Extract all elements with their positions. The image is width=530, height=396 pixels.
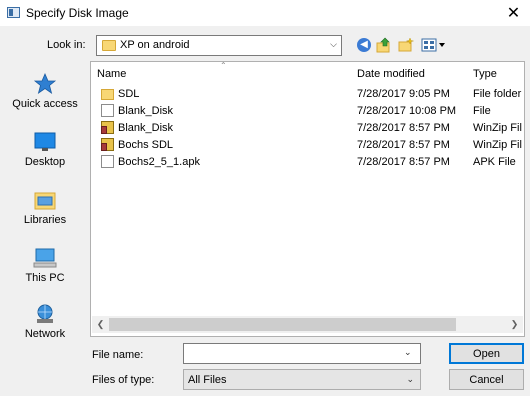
- file-name: Bochs SDL: [118, 139, 174, 151]
- new-folder-icon: [398, 37, 414, 52]
- chevron-down-icon[interactable]: ⌄: [404, 347, 412, 358]
- scroll-left-icon[interactable]: ❮: [92, 316, 109, 333]
- list-item[interactable]: Bochs2_5_1.apk 7/28/2017 8:57 PM APK Fil…: [91, 154, 524, 170]
- file-date: 7/28/2017 8:57 PM: [357, 122, 450, 134]
- app-icon: [7, 7, 20, 18]
- folder-up-icon: [376, 37, 390, 53]
- view-menu-button[interactable]: [421, 37, 447, 53]
- open-button[interactable]: Open: [449, 343, 524, 364]
- place-label: Desktop: [24, 156, 66, 168]
- file-name: Blank_Disk: [118, 105, 174, 117]
- place-libraries[interactable]: Libraries: [8, 189, 82, 226]
- place-desktop[interactable]: Desktop: [8, 131, 82, 168]
- zip-icon: [101, 121, 114, 134]
- chevron-down-icon: ⌄: [406, 374, 414, 384]
- file-name-input[interactable]: [183, 343, 421, 364]
- file-name: Bochs2_5_1.apk: [118, 156, 200, 168]
- look-in-value: XP on android: [120, 39, 190, 51]
- new-folder-button[interactable]: [398, 37, 414, 53]
- file-type: File: [473, 105, 491, 117]
- column-header-name[interactable]: Name: [97, 68, 126, 80]
- desktop-icon: [33, 131, 57, 153]
- computer-icon: [33, 247, 57, 269]
- up-one-level-button[interactable]: [376, 37, 392, 53]
- places-bar: Quick access Desktop Libraries This PC N…: [8, 63, 82, 353]
- zip-icon: [101, 138, 114, 151]
- views-icon: [421, 38, 445, 52]
- list-item[interactable]: SDL 7/28/2017 9:05 PM File folder: [91, 86, 524, 102]
- place-quick-access[interactable]: Quick access: [8, 72, 82, 110]
- window-title: Specify Disk Image: [26, 6, 129, 20]
- network-icon: [33, 303, 57, 325]
- folder-icon: [102, 40, 116, 51]
- scroll-right-icon[interactable]: ❯: [506, 316, 523, 333]
- file-date: 7/28/2017 10:08 PM: [357, 105, 457, 117]
- list-item[interactable]: Bochs SDL 7/28/2017 8:57 PM WinZip Fil: [91, 137, 524, 153]
- place-label: Quick access: [12, 98, 78, 110]
- look-in-label: Look in:: [47, 39, 86, 51]
- place-label: This PC: [25, 272, 65, 284]
- file-list[interactable]: ⌃ Name Date modified Type SDL 7/28/2017 …: [90, 61, 525, 337]
- libraries-icon: [33, 189, 57, 211]
- file-type: APK File: [473, 156, 516, 168]
- place-this-pc[interactable]: This PC: [8, 247, 82, 284]
- column-header-type[interactable]: Type: [473, 68, 497, 80]
- back-button[interactable]: ◀: [356, 37, 372, 53]
- file-icon: [101, 104, 114, 117]
- sort-ascending-icon: ⌃: [220, 61, 227, 70]
- file-type-value: All Files: [188, 374, 227, 386]
- file-type: WinZip Fil: [473, 122, 522, 134]
- file-date: 7/28/2017 8:57 PM: [357, 139, 450, 151]
- file-date: 7/28/2017 9:05 PM: [357, 88, 450, 100]
- cancel-button[interactable]: Cancel: [449, 369, 524, 390]
- file-type-label: Files of type:: [92, 374, 155, 386]
- list-item[interactable]: Blank_Disk 7/28/2017 8:57 PM WinZip Fil: [91, 120, 524, 136]
- file-type-select[interactable]: All Files ⌄: [183, 369, 421, 390]
- chevron-down-icon[interactable]: ⌵: [330, 39, 337, 50]
- look-in-dropdown[interactable]: XP on android ⌵: [96, 35, 342, 56]
- file-name: Blank_Disk: [118, 122, 174, 134]
- file-date: 7/28/2017 8:57 PM: [357, 156, 450, 168]
- file-name-label: File name:: [92, 349, 144, 361]
- place-label: Network: [24, 328, 66, 340]
- file-type: WinZip Fil: [473, 139, 522, 151]
- back-arrow-icon: ◀: [357, 38, 371, 52]
- place-label: Libraries: [23, 214, 67, 226]
- scroll-thumb[interactable]: [109, 318, 456, 331]
- place-network[interactable]: Network: [8, 303, 82, 340]
- column-header-date[interactable]: Date modified: [357, 68, 425, 80]
- file-name: SDL: [118, 88, 140, 100]
- close-button[interactable]: ✕: [497, 0, 530, 26]
- file-type: File folder: [473, 88, 522, 100]
- horizontal-scrollbar[interactable]: ❮ ❯: [92, 316, 523, 333]
- file-icon: [101, 155, 114, 168]
- folder-icon: [101, 89, 114, 100]
- star-icon: [33, 72, 57, 95]
- list-item[interactable]: Blank_Disk 7/28/2017 10:08 PM File: [91, 103, 524, 119]
